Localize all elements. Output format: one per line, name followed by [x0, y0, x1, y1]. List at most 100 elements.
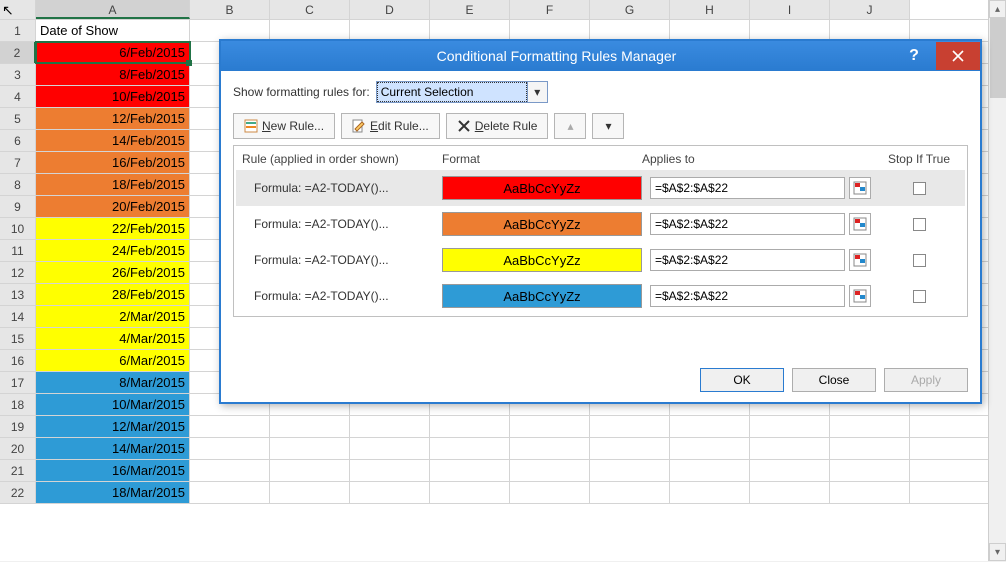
cell-F20[interactable]: [510, 438, 590, 459]
move-up-button[interactable]: ▴: [554, 113, 586, 139]
row-header-12[interactable]: 12: [0, 262, 36, 283]
cell-A6[interactable]: 14/Feb/2015: [36, 130, 190, 151]
cell-G20[interactable]: [590, 438, 670, 459]
rule-applies-input[interactable]: [650, 177, 845, 199]
cell-D1[interactable]: [350, 20, 430, 41]
row-header-2[interactable]: 2: [0, 42, 36, 63]
cell-J1[interactable]: [830, 20, 910, 41]
apply-button[interactable]: Apply: [884, 368, 968, 392]
cell-A7[interactable]: 16/Feb/2015: [36, 152, 190, 173]
row-header-4[interactable]: 4: [0, 86, 36, 107]
cell-H22[interactable]: [670, 482, 750, 503]
row-header-21[interactable]: 21: [0, 460, 36, 481]
col-header-A[interactable]: A: [36, 0, 190, 19]
cell-C22[interactable]: [270, 482, 350, 503]
cell-B19[interactable]: [190, 416, 270, 437]
row-header-22[interactable]: 22: [0, 482, 36, 503]
chevron-down-icon[interactable]: ▾: [527, 82, 547, 102]
cell-A17[interactable]: 8/Mar/2015: [36, 372, 190, 393]
stop-if-true-checkbox[interactable]: [913, 254, 926, 267]
range-picker-button[interactable]: [849, 177, 871, 199]
cell-F19[interactable]: [510, 416, 590, 437]
stop-if-true-checkbox[interactable]: [913, 290, 926, 303]
cell-A2[interactable]: 6/Feb/2015: [36, 42, 190, 63]
stop-if-true-checkbox[interactable]: [913, 182, 926, 195]
cell-J19[interactable]: [830, 416, 910, 437]
rule-applies-input[interactable]: [650, 285, 845, 307]
cell-J22[interactable]: [830, 482, 910, 503]
cell-I21[interactable]: [750, 460, 830, 481]
cell-I19[interactable]: [750, 416, 830, 437]
cell-E19[interactable]: [430, 416, 510, 437]
cell-H21[interactable]: [670, 460, 750, 481]
vertical-scrollbar[interactable]: ▴ ▾: [988, 0, 1006, 561]
rule-applies-input[interactable]: [650, 213, 845, 235]
help-button[interactable]: ?: [892, 42, 936, 70]
cell-C20[interactable]: [270, 438, 350, 459]
cell-G1[interactable]: [590, 20, 670, 41]
delete-rule-button[interactable]: Delete Rule: [446, 113, 549, 139]
cell-A9[interactable]: 20/Feb/2015: [36, 196, 190, 217]
row-header-10[interactable]: 10: [0, 218, 36, 239]
show-rules-combo[interactable]: ▾: [376, 81, 548, 103]
cell-F1[interactable]: [510, 20, 590, 41]
cell-A14[interactable]: 2/Mar/2015: [36, 306, 190, 327]
cell-F22[interactable]: [510, 482, 590, 503]
col-header-E[interactable]: E: [430, 0, 510, 19]
row-header-3[interactable]: 3: [0, 64, 36, 85]
rule-row-0[interactable]: Formula: =A2-TODAY()...AaBbCcYyZz: [236, 170, 965, 206]
cell-A13[interactable]: 28/Feb/2015: [36, 284, 190, 305]
cell-B21[interactable]: [190, 460, 270, 481]
rule-applies-input[interactable]: [650, 249, 845, 271]
row-header-11[interactable]: 11: [0, 240, 36, 261]
cell-A16[interactable]: 6/Mar/2015: [36, 350, 190, 371]
col-header-D[interactable]: D: [350, 0, 430, 19]
dialog-titlebar[interactable]: Conditional Formatting Rules Manager ?: [221, 41, 980, 71]
cell-G21[interactable]: [590, 460, 670, 481]
row-header-19[interactable]: 19: [0, 416, 36, 437]
move-down-button[interactable]: ▾: [592, 113, 624, 139]
col-header-G[interactable]: G: [590, 0, 670, 19]
cell-D22[interactable]: [350, 482, 430, 503]
cell-A3[interactable]: 8/Feb/2015: [36, 64, 190, 85]
col-header-F[interactable]: F: [510, 0, 590, 19]
cell-A21[interactable]: 16/Mar/2015: [36, 460, 190, 481]
cell-A4[interactable]: 10/Feb/2015: [36, 86, 190, 107]
cell-E1[interactable]: [430, 20, 510, 41]
row-header-17[interactable]: 17: [0, 372, 36, 393]
cell-G22[interactable]: [590, 482, 670, 503]
col-header-C[interactable]: C: [270, 0, 350, 19]
row-header-5[interactable]: 5: [0, 108, 36, 129]
cell-A11[interactable]: 24/Feb/2015: [36, 240, 190, 261]
show-rules-input[interactable]: [377, 82, 527, 102]
cell-B1[interactable]: [190, 20, 270, 41]
row-header-20[interactable]: 20: [0, 438, 36, 459]
cell-C21[interactable]: [270, 460, 350, 481]
cell-D21[interactable]: [350, 460, 430, 481]
close-button[interactable]: [936, 42, 980, 70]
select-all-corner[interactable]: [0, 0, 36, 19]
cell-C1[interactable]: [270, 20, 350, 41]
cell-B22[interactable]: [190, 482, 270, 503]
cell-E22[interactable]: [430, 482, 510, 503]
cell-A10[interactable]: 22/Feb/2015: [36, 218, 190, 239]
cell-A22[interactable]: 18/Mar/2015: [36, 482, 190, 503]
row-header-6[interactable]: 6: [0, 130, 36, 151]
cell-A15[interactable]: 4/Mar/2015: [36, 328, 190, 349]
cell-A1[interactable]: Date of Show: [36, 20, 190, 41]
cell-D19[interactable]: [350, 416, 430, 437]
new-rule-button[interactable]: New Rule...: [233, 113, 335, 139]
cell-A18[interactable]: 10/Mar/2015: [36, 394, 190, 415]
row-header-8[interactable]: 8: [0, 174, 36, 195]
cell-J21[interactable]: [830, 460, 910, 481]
col-header-H[interactable]: H: [670, 0, 750, 19]
cell-H19[interactable]: [670, 416, 750, 437]
row-header-9[interactable]: 9: [0, 196, 36, 217]
cell-H1[interactable]: [670, 20, 750, 41]
cell-B20[interactable]: [190, 438, 270, 459]
cell-I20[interactable]: [750, 438, 830, 459]
cell-H20[interactable]: [670, 438, 750, 459]
scroll-down-arrow-icon[interactable]: ▾: [989, 543, 1006, 561]
range-picker-button[interactable]: [849, 285, 871, 307]
cell-C19[interactable]: [270, 416, 350, 437]
